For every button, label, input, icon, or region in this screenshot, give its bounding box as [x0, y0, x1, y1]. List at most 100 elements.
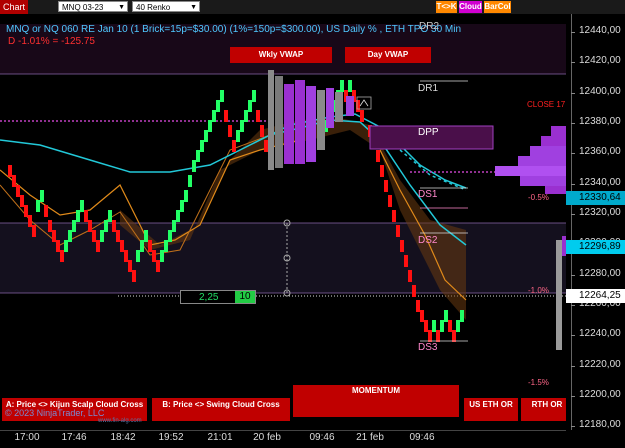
swing-cloud-cross-button[interactable]: B: Price <> Swing Cloud Cross [152, 398, 290, 421]
price-tick-mark [571, 123, 575, 124]
up-brick [192, 160, 196, 172]
weekly-vwap-button[interactable]: Wkly VWAP [230, 47, 332, 63]
time-tick: 09:46 [409, 432, 435, 443]
down-brick [404, 255, 408, 267]
price-tick-mark [571, 305, 575, 306]
down-brick [24, 205, 28, 217]
time-tick: 17:00 [14, 432, 40, 443]
down-brick [428, 330, 432, 342]
cloud-toggle-button[interactable]: Cloud [459, 1, 482, 13]
down-brick [264, 140, 268, 152]
range-count: 10 [235, 291, 255, 303]
up-brick [208, 120, 212, 132]
down-brick [44, 205, 48, 217]
down-brick [224, 110, 228, 122]
down-brick [92, 230, 96, 242]
price-axis[interactable]: 12440,00 12420,00 12400,00 12380,00 12360,00… [566, 14, 625, 430]
price-badge-last: 12264,25 [566, 289, 625, 303]
copyright-text: © 2023 NinjaTrader, LLC [5, 408, 105, 418]
up-brick [432, 320, 436, 332]
instrument-label: MNQ 03-23 [62, 3, 104, 12]
down-brick [256, 110, 260, 122]
up-brick [172, 220, 176, 232]
price-tick-mark [571, 153, 575, 154]
up-brick [108, 210, 112, 222]
price-chart[interactable] [0, 14, 566, 430]
up-brick [36, 200, 40, 212]
up-brick [144, 230, 148, 242]
day-vwap-button[interactable]: Day VWAP [345, 47, 431, 63]
price-tick-mark [571, 275, 575, 276]
down-brick [376, 150, 380, 162]
instrument-selector[interactable]: MNQ 03-23 ▼ [58, 1, 128, 12]
down-brick [396, 225, 400, 237]
price-tick-mark [571, 214, 575, 215]
time-tick: 21 feb [356, 432, 384, 443]
ds1-label: DS1 [418, 189, 438, 200]
down-brick [424, 320, 428, 332]
price-tick-mark [571, 335, 575, 336]
up-brick [188, 175, 192, 187]
down-brick [88, 220, 92, 232]
down-brick [412, 285, 416, 297]
bar-type-selector[interactable]: 40 Renko ▼ [132, 1, 200, 12]
down-brick [56, 240, 60, 252]
price-tick-label: 12220,00 [579, 359, 621, 370]
up-brick [212, 110, 216, 122]
up-brick [444, 310, 448, 322]
chart-title: MNQ or NQ 060 RE Jan 10 (1 Brick=15p=$30… [6, 24, 462, 35]
pct-10-label: -1.0% [528, 286, 549, 295]
down-brick [116, 230, 120, 242]
down-brick [112, 220, 116, 232]
dr1-label: DR1 [418, 83, 439, 94]
price-tick-label: 12400,00 [579, 86, 621, 97]
price-badge-vwap: 12330,64 [566, 191, 625, 205]
down-brick [96, 240, 100, 252]
up-brick [104, 220, 108, 232]
ds3-label: DS3 [418, 342, 438, 353]
tok-toggle-button[interactable]: T<>K [436, 1, 457, 13]
up-brick [100, 230, 104, 242]
down-brick [384, 180, 388, 192]
price-tick-label: 12360,00 [579, 146, 621, 157]
up-brick [460, 310, 464, 322]
down-brick [436, 330, 440, 342]
price-tick-label: 12240,00 [579, 328, 621, 339]
daily-change: D -1.01% = -125.75 [8, 36, 95, 47]
time-axis[interactable]: 17:00 17:46 18:42 19:52 21:01 20 feb 09:… [0, 430, 566, 448]
up-brick [76, 210, 80, 222]
down-brick [48, 220, 52, 232]
time-tick: 17:46 [61, 432, 87, 443]
down-brick [408, 270, 412, 282]
down-brick [400, 240, 404, 252]
up-brick [240, 120, 244, 132]
price-tick-label: 12200,00 [579, 389, 621, 400]
chart-tab[interactable]: Chart [0, 0, 28, 14]
chevron-down-icon: ▼ [190, 4, 197, 11]
up-brick [252, 90, 256, 102]
down-brick [120, 240, 124, 252]
down-brick [232, 140, 236, 152]
price-tick-mark [571, 32, 575, 33]
price-tick-mark [571, 396, 575, 397]
up-brick [72, 220, 76, 232]
down-brick [8, 165, 12, 177]
momentum-button[interactable]: MOMENTUM [293, 385, 459, 417]
range-value: 2,25 [199, 292, 219, 303]
down-brick [132, 270, 136, 282]
up-brick [64, 240, 68, 252]
price-tick-mark [571, 366, 575, 367]
time-tick: 09:46 [309, 432, 335, 443]
down-brick [388, 195, 392, 207]
price-badge-day-vwap: 12296,89 [566, 240, 625, 254]
down-brick [156, 260, 160, 272]
up-brick [456, 320, 460, 332]
price-tick-mark [571, 184, 575, 185]
barcol-toggle-button[interactable]: BarCol [484, 1, 511, 13]
us-eth-or-button[interactable]: US ETH OR [464, 398, 518, 421]
down-brick [420, 310, 424, 322]
time-tick: 21:01 [207, 432, 233, 443]
down-brick [360, 110, 364, 122]
up-brick [160, 250, 164, 262]
up-brick [184, 190, 188, 202]
